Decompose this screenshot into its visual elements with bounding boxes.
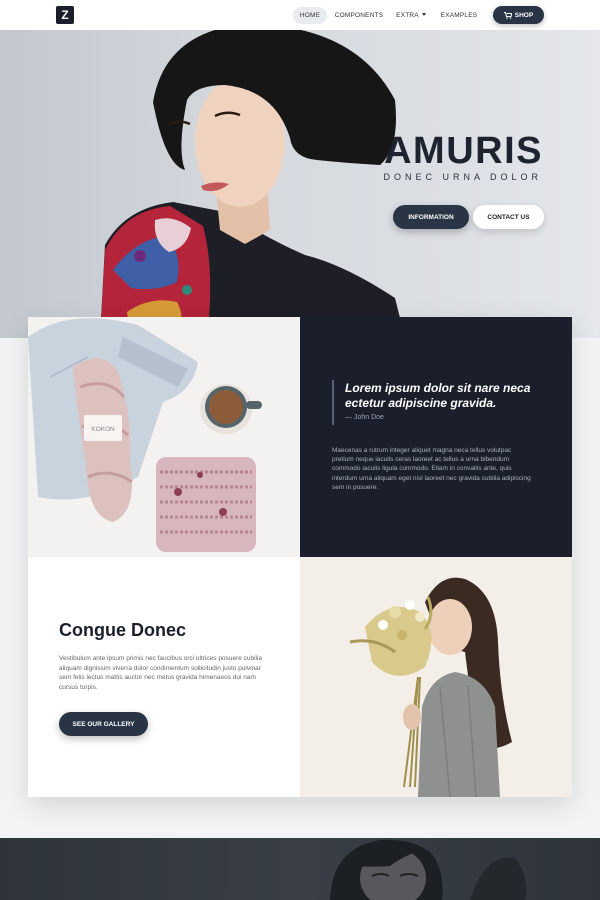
- hero-subtitle: DONEC URNA DOLOR: [383, 172, 542, 182]
- hero-portrait-image: [100, 30, 405, 338]
- shop-button[interactable]: SHOP: [493, 6, 544, 24]
- brand-logo[interactable]: Z: [56, 6, 74, 24]
- flatlay-image-cell: KOKON: [28, 317, 300, 557]
- see-gallery-button[interactable]: SEE OUR GALLERY: [59, 712, 148, 736]
- nav-extra-dropdown[interactable]: EXTRA: [393, 7, 429, 24]
- flatlay-image: KOKON: [28, 317, 300, 557]
- contact-us-button[interactable]: CONTACT US: [473, 205, 544, 229]
- caret-down-icon: [421, 13, 426, 16]
- feature-title: Congue Donec: [59, 620, 187, 640]
- cart-icon: [503, 11, 512, 19]
- quote-author: — John Doe: [345, 414, 384, 421]
- information-button[interactable]: INFORMATION: [393, 205, 469, 229]
- bouquet-image-cell: [300, 557, 572, 797]
- hero-section: AMURIS DONEC URNA DOLOR INFORMATION CONT…: [0, 30, 600, 338]
- hero-title: AMURIS: [384, 130, 543, 172]
- feature-text-panel: Congue Donec Vestibulum ante ipsum primi…: [28, 557, 300, 797]
- quote-panel: Lorem ipsum dolor sit nare neca ectetur …: [300, 317, 572, 557]
- yarn-tag-label: KOKON: [91, 426, 115, 433]
- nav-components[interactable]: COMPONENTS: [333, 7, 385, 24]
- nav-extra-label: EXTRA: [396, 12, 419, 19]
- feature-body-text: Vestibulum ante ipsum primis nec faucibu…: [59, 655, 263, 692]
- bottom-portrait-image: [330, 839, 527, 900]
- feature-card-grid: KOKON Lorem ipsum dolor sit nare neca ec…: [28, 317, 572, 797]
- navbar: Z HOME COMPONENTS EXTRA EXAMPLES SHOP: [0, 0, 600, 30]
- nav-examples[interactable]: EXAMPLES: [438, 7, 480, 24]
- quote-body-text: Maecenas a rutrum integer aliquet magna …: [332, 447, 531, 491]
- bottom-hero-image: [0, 838, 600, 900]
- shop-label: SHOP: [514, 11, 534, 19]
- quote-accent-bar: [332, 380, 334, 425]
- nav-home[interactable]: HOME: [293, 7, 327, 24]
- bouquet-image: [300, 557, 572, 797]
- quote-text: Lorem ipsum dolor sit nare neca ectetur …: [345, 381, 531, 410]
